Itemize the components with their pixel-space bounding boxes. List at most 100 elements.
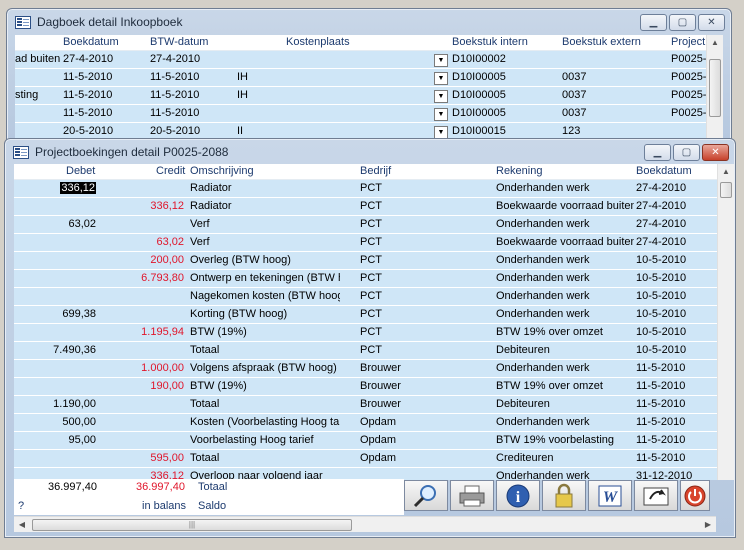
cell-debet[interactable]: 7.490,36 bbox=[53, 344, 96, 356]
cell-debet[interactable]: 95,00 bbox=[68, 434, 96, 446]
minimize-button[interactable]: ▁ bbox=[640, 14, 667, 31]
col-btwdatum[interactable]: BTW-datum bbox=[150, 36, 208, 48]
cell-omschrijving: Voorbelasting Hoog tarief bbox=[190, 434, 314, 446]
close-button[interactable]: ✕ bbox=[698, 14, 725, 31]
table-row[interactable]: 6.793,80 Ontwerp en tekeningen (BTW h PCT O… bbox=[14, 270, 734, 288]
table-row[interactable]: 11-5-2010 11-5-2010 IH D10I00005 0037 P0025-2… bbox=[15, 69, 723, 87]
export-button[interactable] bbox=[634, 480, 678, 511]
table-row[interactable]: 1.195,94 BTW (19%) PCT BTW 19% over omzet 10… bbox=[14, 324, 734, 342]
cell-credit: 63,02 bbox=[156, 236, 184, 248]
cell-boekdatum: 11-5-2010 bbox=[63, 107, 113, 119]
table-row[interactable]: 500,00 Kosten (Voorbelasting Hoog tari Opd… bbox=[14, 414, 734, 432]
scroll-right-icon[interactable]: ▶ bbox=[700, 517, 716, 533]
hscroll-thumb[interactable]: ||| bbox=[32, 519, 352, 531]
cell-bedrijf: Opdam bbox=[360, 434, 397, 446]
horizontal-scrollbar[interactable]: ◀ ||| ▶ bbox=[14, 516, 716, 532]
cell-btwdatum: 11-5-2010 bbox=[150, 107, 200, 119]
cell-boekdatum: 11-5-2010 bbox=[636, 380, 686, 392]
dropdown-arrow-icon[interactable]: ▼ bbox=[434, 90, 448, 103]
power-button[interactable] bbox=[680, 480, 710, 511]
cell-debet[interactable]: 699,38 bbox=[62, 308, 96, 320]
export-icon bbox=[643, 487, 669, 505]
scroll-up-icon[interactable]: ▲ bbox=[707, 35, 723, 51]
cell-boekdatum: 20-5-2010 bbox=[63, 125, 114, 137]
projectboekingen-titlebar[interactable]: Projectboekingen detail P0025-2088 ▁ ▢ ✕ bbox=[5, 139, 735, 165]
cell-bedrijf: PCT bbox=[360, 344, 382, 356]
table-row[interactable]: 63,02 Verf PCT Boekwaarde voorraad buiten 27… bbox=[14, 234, 734, 252]
dropdown-arrow-icon[interactable]: ▼ bbox=[434, 72, 448, 85]
table-row[interactable]: 336,12 Radiator PCT Boekwaarde voorraad bui… bbox=[14, 198, 734, 216]
power-icon bbox=[684, 485, 706, 506]
col-rekening[interactable]: Rekening bbox=[496, 165, 542, 177]
dropdown-arrow-icon[interactable]: ▼ bbox=[434, 108, 448, 121]
col-kostenplaats[interactable]: Kostenplaats bbox=[286, 36, 350, 48]
cell-boekdatum: 10-5-2010 bbox=[636, 326, 687, 338]
col-credit[interactable]: Credit bbox=[156, 165, 185, 177]
lock-button[interactable] bbox=[542, 480, 586, 511]
table-row[interactable]: 11-5-2010 11-5-2010 D10I00005 0037 P0025-2 ▼ bbox=[15, 105, 723, 123]
cell-rekening: Onderhanden werk bbox=[496, 182, 590, 194]
table-row[interactable]: 7.490,36 Totaal PCT Debiteuren 10-5-2010 bbox=[14, 342, 734, 360]
table-row[interactable]: 595,00 Totaal Opdam Crediteuren 11-5-2010 bbox=[14, 450, 734, 468]
print-button[interactable] bbox=[450, 480, 494, 511]
cell-debet[interactable]: 63,02 bbox=[68, 218, 96, 230]
table-row[interactable]: 1.190,00 Totaal Brouwer Debiteuren 11-5-2010 bbox=[14, 396, 734, 414]
cell-credit: 6.793,80 bbox=[141, 272, 184, 284]
cell-rekening: Onderhanden werk bbox=[496, 362, 590, 374]
col-boekdatum[interactable]: Boekdatum bbox=[63, 36, 119, 48]
scroll-thumb[interactable] bbox=[709, 59, 721, 117]
info-button[interactable]: i bbox=[496, 480, 540, 511]
maximize-button[interactable]: ▢ bbox=[669, 14, 696, 31]
cell-boekstuk-extern: 0037 bbox=[562, 71, 587, 83]
cell-rekening: Onderhanden werk bbox=[496, 254, 590, 266]
cell-omschrijving: Verf bbox=[190, 218, 210, 230]
col-bedrijf[interactable]: Bedrijf bbox=[360, 165, 391, 177]
cell-debet[interactable]: 1.190,00 bbox=[53, 398, 96, 410]
minimize-button[interactable]: ▁ bbox=[644, 144, 671, 161]
table-row[interactable]: Nagekomen kosten (BTW hoog PCT Onderhanden… bbox=[14, 288, 734, 306]
scroll-up-icon[interactable]: ▲ bbox=[718, 164, 734, 180]
table-row[interactable]: 699,38 Korting (BTW hoog) PCT Onderhanden w… bbox=[14, 306, 734, 324]
table-row[interactable]: 336,12 Radiator PCT Onderhanden werk 27-4-20… bbox=[14, 180, 734, 198]
table-row[interactable]: 1.000,00 Volgens afspraak (BTW hoog) Brouw… bbox=[14, 360, 734, 378]
col-debet[interactable]: Debet bbox=[66, 165, 95, 177]
table-row[interactable]: 200,00 Overleg (BTW hoog) PCT Onderhanden w… bbox=[14, 252, 734, 270]
table-row[interactable]: ad buiten 27-4-2010 27-4-2010 D10I00002 P002… bbox=[15, 51, 723, 69]
scroll-thumb[interactable] bbox=[720, 182, 732, 198]
totals-panel: 36.997,40 36.997,40 Totaal ? in balans S… bbox=[14, 479, 404, 515]
cell-rekening: Onderhanden werk bbox=[496, 290, 590, 302]
dropdown-arrow-icon[interactable]: ▼ bbox=[434, 54, 448, 67]
cell-credit: 336,12 bbox=[150, 200, 184, 212]
cell-omschrijving: Volgens afspraak (BTW hoog) bbox=[190, 362, 337, 374]
col-boekstuk-intern[interactable]: Boekstuk intern bbox=[452, 36, 528, 48]
table-row[interactable]: 95,00 Voorbelasting Hoog tarief Opdam BTW 1… bbox=[14, 432, 734, 450]
scroll-left-icon[interactable]: ◀ bbox=[14, 517, 30, 533]
col-project[interactable]: Project bbox=[671, 36, 705, 48]
vertical-scrollbar[interactable]: ▲ bbox=[706, 35, 723, 141]
cell-debet[interactable]: 336,12 bbox=[60, 182, 96, 194]
word-icon: W bbox=[598, 485, 622, 506]
search-button[interactable] bbox=[404, 480, 448, 511]
cell-debet-wrap: 336,12 bbox=[14, 182, 96, 194]
col-omschrijving[interactable]: Omschrijving bbox=[190, 165, 254, 177]
cell-bedrijf: PCT bbox=[360, 272, 382, 284]
cell-kostenplaats: IH bbox=[237, 71, 248, 83]
toolbar: i W bbox=[404, 480, 710, 511]
table-row[interactable]: 190,00 BTW (19%) Brouwer BTW 19% over omzet… bbox=[14, 378, 734, 396]
close-button[interactable]: ✕ bbox=[702, 144, 729, 161]
table-row[interactable]: sting 11-5-2010 11-5-2010 IH D10I00005 0037 P0… bbox=[15, 87, 723, 105]
cell-debet[interactable]: 500,00 bbox=[62, 416, 96, 428]
cell-btwdatum: 27-4-2010 bbox=[150, 53, 201, 65]
cell-credit: 595,00 bbox=[150, 452, 184, 464]
total-credit: 36.997,40 bbox=[136, 481, 185, 493]
col-boekdatum[interactable]: Boekdatum bbox=[636, 165, 692, 177]
cell-prefix: ad buiten bbox=[15, 53, 61, 65]
cell-boekstuk-extern: 0037 bbox=[562, 89, 587, 101]
vertical-scrollbar[interactable]: ▲ ▼ bbox=[717, 164, 734, 480]
cell-bedrijf: Brouwer bbox=[360, 380, 401, 392]
maximize-button[interactable]: ▢ bbox=[673, 144, 700, 161]
col-boekstuk-extern[interactable]: Boekstuk extern bbox=[562, 36, 641, 48]
dagboek-titlebar[interactable]: Dagboek detail Inkoopboek ▁ ▢ ✕ bbox=[7, 9, 731, 35]
word-export-button[interactable]: W bbox=[588, 480, 632, 511]
table-row[interactable]: 63,02 Verf PCT Onderhanden werk 27-4-2010 bbox=[14, 216, 734, 234]
